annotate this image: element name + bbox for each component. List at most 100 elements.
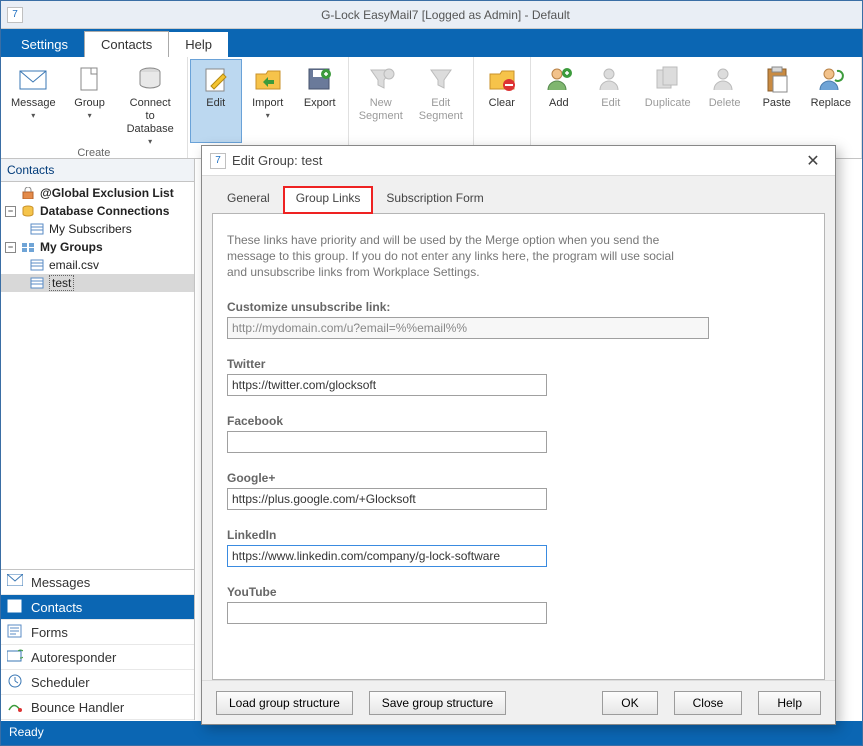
ribbon-add[interactable]: Add bbox=[533, 59, 585, 143]
ribbon-group-contact: Add Edit Duplicate Delete Paste Replace bbox=[531, 57, 862, 158]
field-unsubscribe: Customize unsubscribe link: bbox=[227, 300, 810, 339]
user-delete-icon bbox=[711, 65, 739, 93]
sheet-icon bbox=[29, 222, 45, 236]
unsubscribe-input[interactable] bbox=[227, 317, 709, 339]
field-youtube: YouTube bbox=[227, 585, 810, 624]
funnel-plus-icon bbox=[367, 66, 395, 92]
ribbon-edit-segment: Edit Segment bbox=[411, 59, 471, 143]
tab-help[interactable]: Help bbox=[169, 32, 228, 57]
disk-export-icon bbox=[306, 66, 334, 92]
field-linkedin: LinkedIn bbox=[227, 528, 810, 567]
ribbon-group-clear: Clear bbox=[474, 57, 531, 158]
user-edit-icon bbox=[597, 65, 625, 93]
ribbon-edit-contact: Edit bbox=[585, 59, 637, 143]
tab-group-links[interactable]: Group Links bbox=[283, 186, 374, 214]
nav-contacts[interactable]: Contacts bbox=[1, 595, 194, 620]
tree-my-subscribers[interactable]: My Subscribers bbox=[1, 220, 194, 238]
ok-button[interactable]: OK bbox=[602, 691, 657, 715]
collapse-icon[interactable]: − bbox=[5, 206, 16, 217]
twitter-input[interactable] bbox=[227, 374, 547, 396]
close-icon[interactable]: ✕ bbox=[799, 151, 827, 171]
envelope-icon bbox=[19, 67, 47, 91]
google-input[interactable] bbox=[227, 488, 547, 510]
groups-icon bbox=[20, 240, 36, 254]
ribbon-paste[interactable]: Paste bbox=[751, 59, 803, 143]
autoresponder-icon bbox=[7, 649, 25, 665]
tree-my-groups[interactable]: − My Groups bbox=[1, 238, 194, 256]
ribbon-group-edit: Edit Import ▾ Export bbox=[188, 57, 349, 158]
nav-autoresponder[interactable]: Autoresponder bbox=[1, 645, 194, 670]
nav-bounce-handler[interactable]: Bounce Handler bbox=[1, 695, 194, 720]
chevron-down-icon: ▾ bbox=[88, 111, 92, 120]
form-icon bbox=[7, 624, 25, 640]
ribbon-replace[interactable]: Replace bbox=[803, 59, 859, 143]
dialog-footer: Load group structure Save group structur… bbox=[202, 680, 835, 724]
ribbon-new-segment[interactable]: New Segment bbox=[351, 59, 411, 143]
folder-clear-icon bbox=[488, 66, 516, 92]
sheet-icon bbox=[29, 258, 45, 272]
tab-general[interactable]: General bbox=[214, 186, 283, 214]
window-title-bar: 7 G-Lock EasyMail7 [Logged as Admin] - D… bbox=[1, 1, 862, 29]
help-button[interactable]: Help bbox=[758, 691, 821, 715]
nav-forms[interactable]: Forms bbox=[1, 620, 194, 645]
dialog-title: Edit Group: test bbox=[232, 153, 322, 168]
tree-global-exclusion[interactable]: @Global Exclusion List bbox=[1, 184, 194, 202]
window-title: G-Lock EasyMail7 [Logged as Admin] - Def… bbox=[29, 8, 862, 22]
lock-icon bbox=[20, 186, 36, 200]
save-structure-button[interactable]: Save group structure bbox=[369, 691, 506, 715]
tab-contacts[interactable]: Contacts bbox=[84, 31, 169, 57]
ribbon-group-create: Message ▾ Group ▾ Connect to Database ▾ … bbox=[1, 57, 188, 158]
dialog-hint: These links have priority and will be us… bbox=[227, 232, 697, 280]
ribbon-group-segment: New Segment Edit Segment bbox=[349, 57, 474, 158]
tree-test[interactable]: test bbox=[1, 274, 194, 292]
bounce-icon bbox=[7, 699, 25, 715]
user-add-icon bbox=[545, 65, 573, 93]
nav-scheduler[interactable]: Scheduler bbox=[1, 670, 194, 695]
dialog-body: These links have priority and will be us… bbox=[212, 213, 825, 680]
chevron-down-icon: ▾ bbox=[266, 111, 270, 120]
app-icon: 7 bbox=[210, 153, 226, 169]
youtube-input[interactable] bbox=[227, 602, 547, 624]
paste-icon bbox=[764, 65, 790, 93]
database-icon bbox=[137, 66, 163, 92]
close-button[interactable]: Close bbox=[674, 691, 743, 715]
ribbon-edit[interactable]: Edit bbox=[190, 59, 242, 143]
ribbon-import[interactable]: Import ▾ bbox=[242, 59, 294, 143]
clock-icon bbox=[7, 674, 25, 690]
ribbon-delete: Delete bbox=[699, 59, 751, 143]
field-google: Google+ bbox=[227, 471, 810, 510]
status-text: Ready bbox=[9, 725, 44, 739]
edit-icon bbox=[203, 66, 229, 92]
pane-header-contacts: Contacts bbox=[1, 159, 194, 182]
app-icon: 7 bbox=[7, 7, 23, 23]
tree-email-csv[interactable]: email.csv bbox=[1, 256, 194, 274]
field-twitter: Twitter bbox=[227, 357, 810, 396]
sheet-icon bbox=[29, 276, 45, 290]
dialog-title-bar: 7 Edit Group: test ✕ bbox=[202, 146, 835, 176]
tab-settings[interactable]: Settings bbox=[5, 32, 84, 57]
facebook-input[interactable] bbox=[227, 431, 547, 453]
duplicate-icon bbox=[654, 65, 682, 93]
ribbon-duplicate: Duplicate bbox=[637, 59, 699, 143]
collapse-icon[interactable]: − bbox=[5, 242, 16, 253]
contacts-tree[interactable]: @Global Exclusion List − Database Connec… bbox=[1, 182, 194, 569]
tab-subscription-form[interactable]: Subscription Form bbox=[373, 186, 496, 214]
tree-database-connections[interactable]: − Database Connections bbox=[1, 202, 194, 220]
ribbon-clear[interactable]: Clear bbox=[476, 59, 528, 143]
envelope-icon bbox=[7, 574, 25, 590]
menu-tab-strip: Settings Contacts Help bbox=[1, 29, 862, 57]
ribbon-connect-db[interactable]: Connect to Database ▾ bbox=[116, 59, 185, 146]
user-replace-icon bbox=[817, 65, 845, 93]
chevron-down-icon: ▾ bbox=[31, 111, 35, 120]
contacts-icon bbox=[7, 599, 25, 615]
field-facebook: Facebook bbox=[227, 414, 810, 453]
ribbon: Message ▾ Group ▾ Connect to Database ▾ … bbox=[1, 57, 862, 159]
linkedin-input[interactable] bbox=[227, 545, 547, 567]
nav-messages[interactable]: Messages bbox=[1, 570, 194, 595]
left-pane: Contacts @Global Exclusion List − Databa… bbox=[1, 159, 195, 720]
ribbon-group-btn[interactable]: Group ▾ bbox=[64, 59, 116, 146]
load-structure-button[interactable]: Load group structure bbox=[216, 691, 353, 715]
nav-list: Messages Contacts Forms Autoresponder Sc… bbox=[1, 569, 194, 720]
ribbon-message[interactable]: Message ▾ bbox=[3, 59, 64, 146]
ribbon-export[interactable]: Export bbox=[294, 59, 346, 143]
